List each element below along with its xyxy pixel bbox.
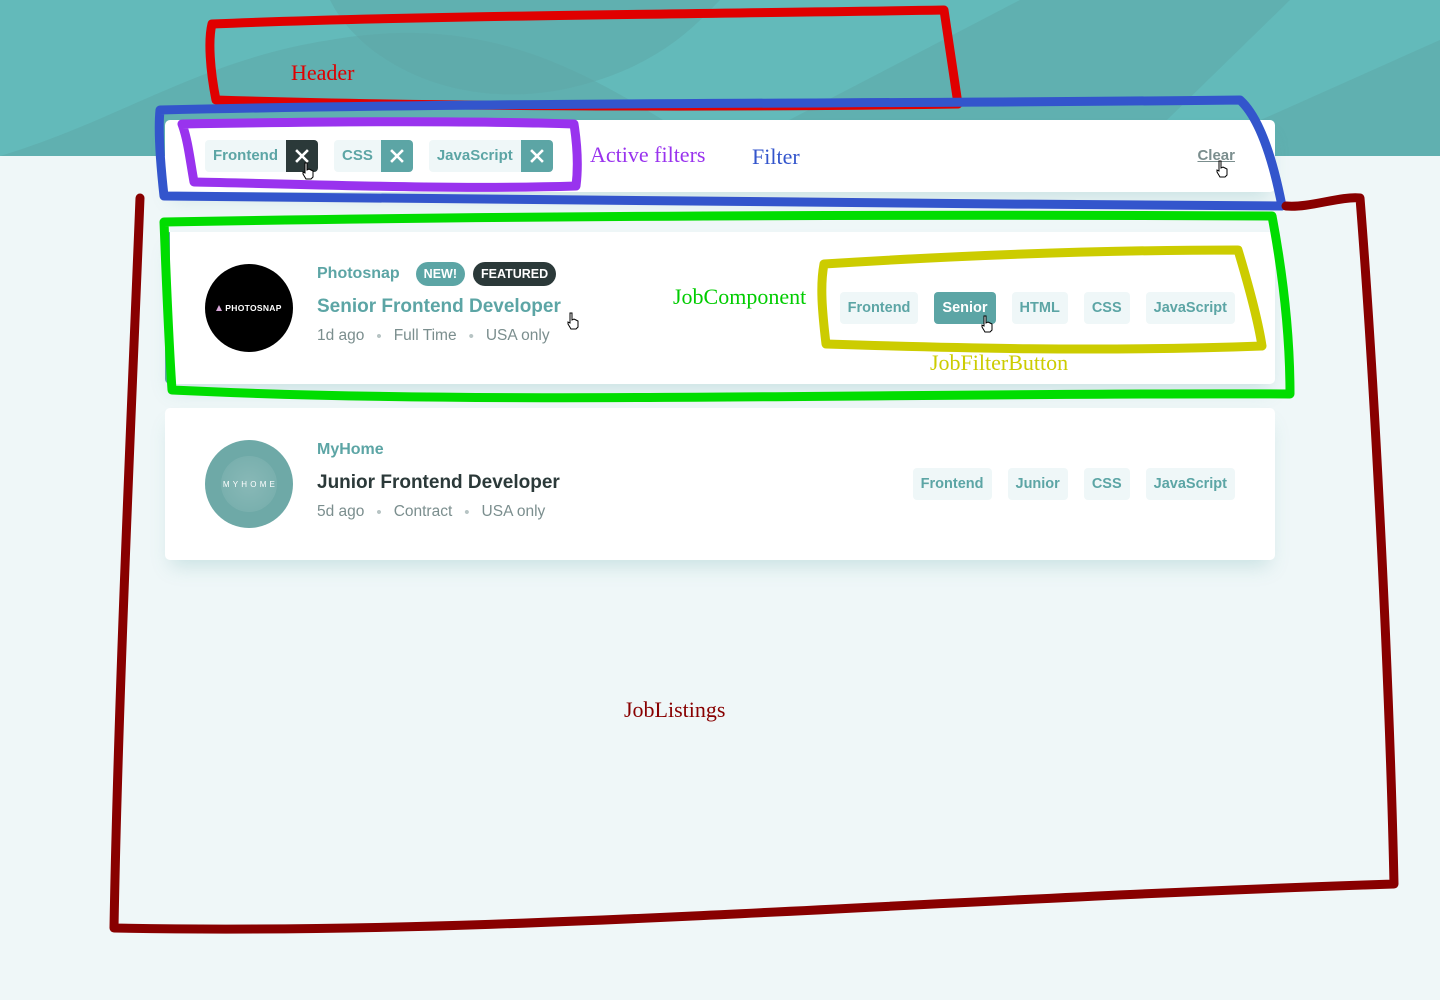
annotation-label-active-filters: Active filters (590, 142, 706, 167)
job-info: Photosnap NEW! FEATURED Senior Frontend … (317, 262, 561, 345)
close-icon (390, 149, 404, 163)
job-filter-button[interactable]: Frontend (912, 468, 992, 500)
job-position-link[interactable]: Junior Frontend Developer (317, 472, 560, 494)
annotation-label-job-filter-button: JobFilterButton (930, 350, 1069, 375)
separator-dot: • (376, 327, 382, 345)
active-filter-label: JavaScript (428, 140, 521, 172)
close-icon (295, 149, 309, 163)
new-badge: NEW! (415, 262, 465, 286)
job-filter-button[interactable]: Junior (1007, 468, 1068, 500)
remove-filter-button[interactable] (520, 140, 553, 172)
hand-cursor-icon (567, 312, 579, 330)
job-tags: Frontend Junior CSS JavaScript (912, 468, 1235, 500)
contract-type: Contract (393, 503, 453, 520)
company-name: MyHome (317, 441, 384, 458)
annotation-label-header: Header (291, 60, 355, 85)
active-filters: Frontend CSS JavaScript (205, 140, 553, 172)
separator-dot: • (468, 327, 474, 345)
separator-dot: • (464, 503, 470, 521)
job-filter-button[interactable]: HTML (1011, 292, 1068, 324)
job-filter-button[interactable]: JavaScript (1145, 292, 1235, 324)
posted-at: 5d ago (317, 503, 365, 520)
annotation-label-job-listings: JobListings (624, 697, 726, 722)
featured-badge: FEATURED (473, 262, 557, 286)
hand-cursor-icon (1216, 160, 1228, 178)
active-filter-chip: CSS (334, 140, 413, 172)
job-filter-button[interactable]: Frontend (839, 292, 919, 324)
company-logo: MYHOME (205, 440, 293, 528)
company-logo-text: PHOTOSNAP (216, 303, 281, 313)
job-meta: 5d ago • Contract • USA only (317, 503, 560, 521)
separator-dot: • (376, 503, 382, 521)
company-name: Photosnap (317, 265, 400, 282)
annotation-label-job-component: JobComponent (673, 284, 807, 309)
hand-cursor-icon (302, 162, 314, 180)
remove-filter-button[interactable] (380, 140, 413, 172)
active-filter-label: CSS (334, 140, 381, 172)
job-filter-button[interactable]: CSS (1083, 292, 1130, 324)
annotation-label-filter: Filter (752, 144, 800, 169)
active-filter-chip: JavaScript (428, 140, 553, 172)
company-logo: PHOTOSNAP (205, 264, 293, 352)
contract-type: Full Time (393, 327, 457, 344)
job-meta: 1d ago • Full Time • USA only (317, 327, 561, 345)
posted-at: 1d ago (317, 327, 365, 344)
job-tags: Frontend Senior HTML CSS JavaScript (839, 292, 1235, 324)
job-info: MyHome Junior Frontend Developer 5d ago … (317, 438, 560, 521)
company-row: MyHome (317, 438, 560, 462)
job-location: USA only (485, 327, 550, 344)
company-logo-text: MYHOME (222, 479, 279, 489)
filter-bar: Frontend CSS JavaScript Clear (165, 120, 1275, 192)
hand-cursor-icon (981, 315, 993, 333)
job-filter-button[interactable]: CSS (1083, 468, 1130, 500)
company-row: Photosnap NEW! FEATURED (317, 262, 561, 286)
active-filter-label: Frontend (205, 140, 286, 172)
job-location: USA only (481, 503, 546, 520)
job-filter-button[interactable]: JavaScript (1145, 468, 1235, 500)
job-position-link[interactable]: Senior Frontend Developer (317, 296, 561, 318)
job-card: MYHOME MyHome Junior Frontend Developer … (165, 408, 1275, 560)
close-icon (529, 149, 544, 163)
